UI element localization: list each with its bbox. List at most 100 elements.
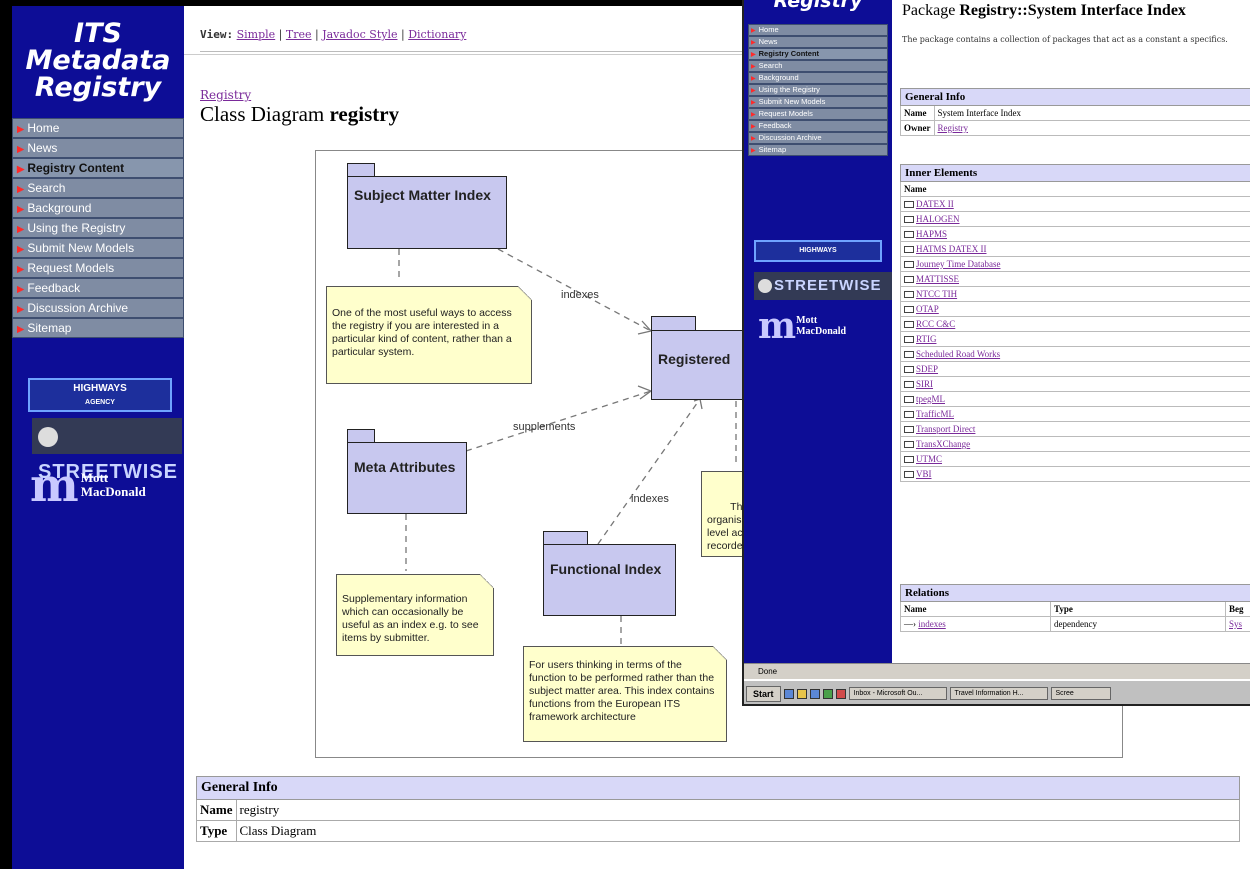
view-tree-link[interactable]: Tree <box>286 28 312 41</box>
inner-element-link[interactable]: TrafficML <box>916 409 954 419</box>
quicklaunch-ie-icon[interactable] <box>783 688 794 699</box>
note-fold <box>713 646 727 660</box>
highways-logo-text: HIGHWAYS <box>799 247 837 254</box>
inner-element-link[interactable]: DATEX II <box>916 199 954 209</box>
view-simple-link[interactable]: Simple <box>237 28 276 41</box>
inner-element-row: SDEP <box>900 361 1250 377</box>
sidebar-item-label: Sitemap <box>27 321 72 335</box>
highways-logo-text: HIGHWAYS <box>73 383 127 394</box>
arrow-right-icon: ▶ <box>17 184 25 195</box>
quicklaunch-powerpoint-icon[interactable] <box>835 688 846 699</box>
sidebar-item-background[interactable]: ▶ Background <box>12 198 184 218</box>
arrow-right-icon: ▶ <box>751 88 756 94</box>
sidebar-item-label: Request Models <box>27 261 115 275</box>
inner-element-link[interactable]: HAPMS <box>916 229 947 239</box>
sidebar-item-discussion-archive[interactable]: ▶ Discussion Archive <box>12 298 184 318</box>
inner-element-link[interactable]: HALOGEN <box>916 214 960 224</box>
package-meta-attributes[interactable]: Meta Attributes <box>347 442 467 514</box>
note-text: One of the most useful ways to access th… <box>332 307 512 358</box>
quicklaunch-excel-icon[interactable] <box>822 688 833 699</box>
sidebar-item-submit-new-models[interactable]: ▶ Submit New Models <box>12 238 184 258</box>
sidebar-item-sitemap[interactable]: ▶ Sitemap <box>12 318 184 338</box>
sidebar-item-background[interactable]: ▶ Background <box>748 72 888 84</box>
inner-element-link[interactable]: NTCC TIH <box>916 289 957 299</box>
inner-element-link[interactable]: Scheduled Road Works <box>916 349 1000 359</box>
general-info-table: General Info Name System Interface Index … <box>900 88 1250 136</box>
package-tab <box>543 531 588 545</box>
streetwise-logo[interactable]: STREETWISE <box>754 272 892 300</box>
sidebar-item-discussion-archive[interactable]: ▶ Discussion Archive <box>748 132 888 144</box>
inner-element-link[interactable]: Transport Direct <box>916 424 975 434</box>
view-javadoc-link[interactable]: Javadoc Style <box>322 28 397 41</box>
arrow-right-icon: ▶ <box>751 100 756 106</box>
arrow-right-icon: ▶ <box>751 124 756 130</box>
inner-element-link[interactable]: RTIG <box>916 334 936 344</box>
overlay-browser-window: Registry ▶ Home ▶ News ▶ Registry Content ▶ Sea… <box>742 0 1250 706</box>
sidebar-item-submit-new-models[interactable]: ▶ Submit New Models <box>748 96 888 108</box>
inner-element-row: DATEX II <box>900 196 1250 212</box>
sidebar-item-request-models[interactable]: ▶ Request Models <box>12 258 184 278</box>
sidebar-item-feedback[interactable]: ▶ Feedback <box>12 278 184 298</box>
inner-element-link[interactable]: SDEP <box>916 364 938 374</box>
taskbar-inbox-button[interactable]: Inbox - Microsoft Ou... <box>848 687 947 700</box>
sidebar-item-sitemap[interactable]: ▶ Sitemap <box>748 144 888 156</box>
sidebar-item-label: Search <box>758 61 783 70</box>
breadcrumb-registry-link[interactable]: Registry <box>200 88 251 102</box>
taskbar-travel-info-button[interactable]: Travel Information H... <box>949 687 1048 700</box>
quicklaunch-desktop-icon[interactable] <box>809 688 820 699</box>
arrow-right-icon: ▶ <box>751 52 756 58</box>
taskbar-screen-button[interactable]: Scree <box>1050 687 1111 700</box>
sidebar-item-search[interactable]: ▶ Search <box>12 178 184 198</box>
package-functional-index[interactable]: Functional Index <box>543 544 676 616</box>
page-title-prefix: Class Diagram <box>200 102 325 126</box>
package-subject-matter-index[interactable]: Subject Matter Index <box>347 176 507 249</box>
inner-element-link[interactable]: tpegML <box>916 394 945 404</box>
sidebar-item-news[interactable]: ▶ News <box>748 36 888 48</box>
sidebar-item-feedback[interactable]: ▶ Feedback <box>748 120 888 132</box>
inner-element-link[interactable]: TransXChange <box>916 439 970 449</box>
inner-element-link[interactable]: OTAP <box>916 304 939 314</box>
inner-element-link[interactable]: HATMS DATEX II <box>916 244 987 254</box>
mott-macdonald-logo[interactable]: m Mott MacDonald <box>30 458 190 512</box>
page-title-name: registry <box>329 102 400 126</box>
arrow-right-icon: ▶ <box>751 64 756 70</box>
streetwise-logo[interactable]: STREETWISE <box>32 418 182 483</box>
note-meta-attributes: Supplementary information which can occa… <box>336 574 494 656</box>
sidebar-item-registry-content[interactable]: ▶ Registry Content <box>748 48 888 60</box>
inner-element-link[interactable]: MATTISSE <box>916 274 959 284</box>
sidebar-item-search[interactable]: ▶ Search <box>748 60 888 72</box>
inner-element-link[interactable]: UTMC <box>916 454 942 464</box>
owner-registry-link[interactable]: Registry <box>938 123 969 133</box>
arrow-right-icon: ▶ <box>17 284 25 295</box>
folder-icon <box>904 441 914 449</box>
highways-agency-logo[interactable]: HIGHWAYS AGENCY <box>28 378 172 412</box>
sidebar-item-using-the-registry[interactable]: ▶ Using the Registry <box>12 218 184 238</box>
inner-element-link[interactable]: VBI <box>916 469 932 479</box>
relation-icon: —› <box>904 619 919 629</box>
relation-begin-link[interactable]: Sys <box>1229 619 1242 629</box>
inner-element-row: HAPMS <box>900 226 1250 242</box>
inner-element-link[interactable]: RCC C&C <box>916 319 955 329</box>
info-type-value: Class Diagram <box>235 820 1240 842</box>
streetwise-globe-icon <box>38 426 58 447</box>
sidebar-item-label: Discussion Archive <box>27 301 129 315</box>
sidebar-item-registry-content[interactable]: ▶ Registry Content <box>12 158 184 178</box>
sidebar: Registry ▶ Home ▶ News ▶ Registry Content ▶ Sea… <box>744 0 892 663</box>
inner-element-link[interactable]: SIRI <box>916 379 933 389</box>
start-button[interactable]: Start <box>746 685 781 702</box>
divider <box>184 54 744 55</box>
sidebar-item-news[interactable]: ▶ News <box>12 138 184 158</box>
sidebar-item-home[interactable]: ▶ Home <box>12 118 184 138</box>
sidebar-item-using-the-registry[interactable]: ▶ Using the Registry <box>748 84 888 96</box>
sidebar-item-request-models[interactable]: ▶ Request Models <box>748 108 888 120</box>
arrow-right-icon: ▶ <box>751 112 756 118</box>
relation-indexes-link[interactable]: indexes <box>918 619 946 629</box>
info-name-value: registry <box>235 799 1240 821</box>
view-dictionary-link[interactable]: Dictionary <box>408 28 466 41</box>
mott-macdonald-logo[interactable]: m Mott MacDonald <box>758 305 888 347</box>
inner-elements-table: Inner Elements Name DATEX II HALOGEN HAPMS… <box>900 164 1250 482</box>
sidebar-item-home[interactable]: ▶ Home <box>748 24 888 36</box>
quicklaunch-folder-icon[interactable] <box>796 688 807 699</box>
inner-element-link[interactable]: Journey Time Database <box>916 259 1001 269</box>
highways-agency-logo[interactable]: HIGHWAYS <box>754 240 882 262</box>
